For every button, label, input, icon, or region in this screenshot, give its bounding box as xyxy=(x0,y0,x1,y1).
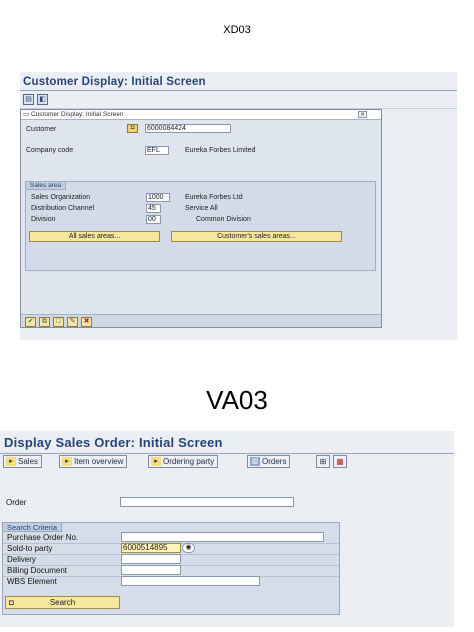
division-field[interactable]: 00 xyxy=(146,215,161,224)
matchcode-icon: ◘ xyxy=(9,598,14,607)
sold-to-party-label: Sold-to party xyxy=(7,544,53,553)
status-icon[interactable]: ▦ xyxy=(333,455,347,468)
sold-to-party-field[interactable]: 6000514895 xyxy=(121,543,181,553)
dialog-icon: ▭ xyxy=(23,111,30,118)
customer-field[interactable]: 6000084424 xyxy=(145,124,231,133)
company-code-field[interactable]: EFL xyxy=(145,146,169,155)
new-icon[interactable]: □ xyxy=(53,317,64,327)
purchase-order-field[interactable] xyxy=(121,532,324,542)
order-label: Order xyxy=(6,498,27,507)
title-divider xyxy=(0,453,454,454)
customer-label: Customer xyxy=(26,126,57,133)
billing-document-label: Billing Document xyxy=(7,566,68,575)
order-field[interactable] xyxy=(120,497,294,507)
dialog-title-bar: ▭ Customer Display: Initial Screen xyxy=(21,110,381,120)
orders-icon: ▥ xyxy=(250,457,260,466)
checkmark-icon[interactable]: ✔ xyxy=(25,317,36,327)
distribution-channel-field[interactable]: 45 xyxy=(146,204,161,213)
ordering-party-icon: ▸ xyxy=(151,457,161,466)
dialog-title: Customer Display: Initial Screen xyxy=(30,111,124,118)
sales-button[interactable]: ▸ Sales xyxy=(3,455,43,468)
wbs-element-label: WBS Element xyxy=(7,577,57,586)
xd03-heading: XD03 xyxy=(223,24,251,36)
purchase-order-label: Purchase Order No. xyxy=(7,533,79,542)
ordering-party-button-label: Ordering party xyxy=(163,457,215,466)
matchcode-icon[interactable]: ◘ xyxy=(127,124,138,133)
display-icon[interactable]: ◧ xyxy=(37,94,48,105)
search-button-label: Search xyxy=(49,598,76,607)
company-code-label: Company code xyxy=(26,147,74,154)
billing-document-field[interactable] xyxy=(121,565,181,575)
sales-area-heading: Sales area xyxy=(25,181,67,190)
item-overview-icon: ▸ xyxy=(62,457,72,466)
orders-button-label: Orders xyxy=(262,457,287,466)
edit-icon[interactable]: ✎ xyxy=(67,317,78,327)
va03-heading: VA03 xyxy=(206,385,268,415)
wbs-element-field[interactable] xyxy=(121,576,260,586)
distribution-channel-description: Service All xyxy=(185,205,218,212)
cancel-icon[interactable]: ✖ xyxy=(81,317,92,327)
division-label: Division xyxy=(31,216,56,223)
xd03-screenshot: Customer Display: Initial Screen ▤ ◧ ▭ C… xyxy=(20,72,457,340)
sales-organization-field[interactable]: 1000 xyxy=(146,193,170,202)
va03-screen-title: Display Sales Order: Initial Screen xyxy=(4,435,223,450)
search-button[interactable]: ◘ Search xyxy=(5,596,120,609)
customers-sales-areas-button[interactable]: Customer's sales areas... xyxy=(171,231,342,242)
dialog-footer: ✔ ⧉ □ ✎ ✖ xyxy=(21,314,381,327)
xd03-screen-title: Customer Display: Initial Screen xyxy=(23,76,206,88)
sales-area-group: Sales area Sales Organization 1000 Eurek… xyxy=(25,181,376,271)
title-divider xyxy=(20,90,457,91)
delivery-label: Delivery xyxy=(7,555,36,564)
division-description: Common Division xyxy=(196,216,251,223)
sales-icon: ▸ xyxy=(6,457,16,466)
initial-screen-dialog: ▭ Customer Display: Initial Screen ✕ Cus… xyxy=(20,109,382,328)
item-overview-button-label: Item overview xyxy=(74,457,124,466)
layout-icon[interactable]: ⊞ xyxy=(316,455,330,468)
ordering-party-button[interactable]: ▸ Ordering party xyxy=(148,455,219,468)
orders-button[interactable]: ▥ Orders xyxy=(247,455,291,468)
search-criteria-group: Search Criteria Purchase Order No. Sold-… xyxy=(2,522,340,615)
copy-icon[interactable]: ▤ xyxy=(23,94,34,105)
sales-button-label: Sales xyxy=(18,457,39,466)
close-icon[interactable]: ✕ xyxy=(358,111,367,118)
all-sales-areas-button[interactable]: All sales areas... xyxy=(29,231,160,242)
distribution-channel-label: Distribution Channel xyxy=(31,205,95,212)
search-criteria-heading: Search Criteria xyxy=(2,522,63,532)
sales-organization-description: Eureka Forbes Ltd xyxy=(185,194,243,201)
search-help-icon[interactable]: ◉ xyxy=(182,543,195,553)
item-overview-button[interactable]: ▸ Item overview xyxy=(59,455,128,468)
sales-organization-label: Sales Organization xyxy=(31,194,91,201)
va03-screenshot: Display Sales Order: Initial Screen ▸ Sa… xyxy=(0,431,454,627)
delivery-field[interactable] xyxy=(121,554,181,564)
data-icon[interactable]: ⧉ xyxy=(39,317,50,327)
company-code-description: Eureka Forbes Limited xyxy=(185,147,256,154)
